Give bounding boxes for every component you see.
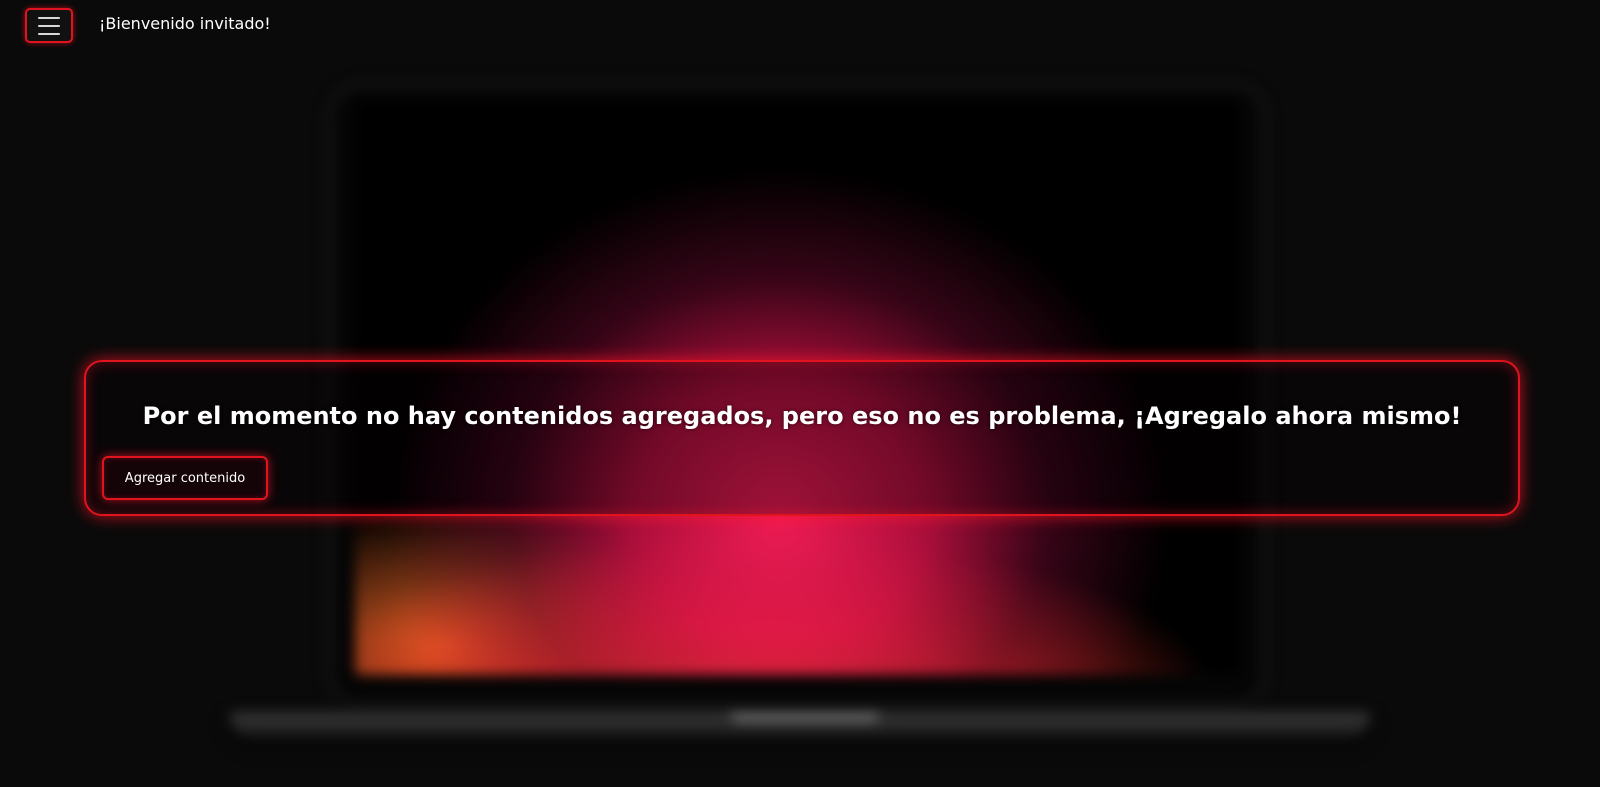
laptop-notch [730, 712, 880, 722]
hamburger-menu-icon-bar [38, 32, 60, 35]
page: ¡Bienvenido invitado! Por el momento no … [0, 0, 1600, 787]
empty-content-message: Por el momento no hay contenidos agregad… [142, 402, 1462, 430]
empty-content-card: Por el momento no hay contenidos agregad… [84, 360, 1520, 516]
menu-button[interactable] [25, 8, 73, 43]
hamburger-menu-icon [38, 16, 60, 19]
add-content-button[interactable]: Agregar contenido [102, 456, 268, 500]
hamburger-menu-icon-bar [38, 24, 60, 27]
welcome-text: ¡Bienvenido invitado! [99, 14, 271, 33]
